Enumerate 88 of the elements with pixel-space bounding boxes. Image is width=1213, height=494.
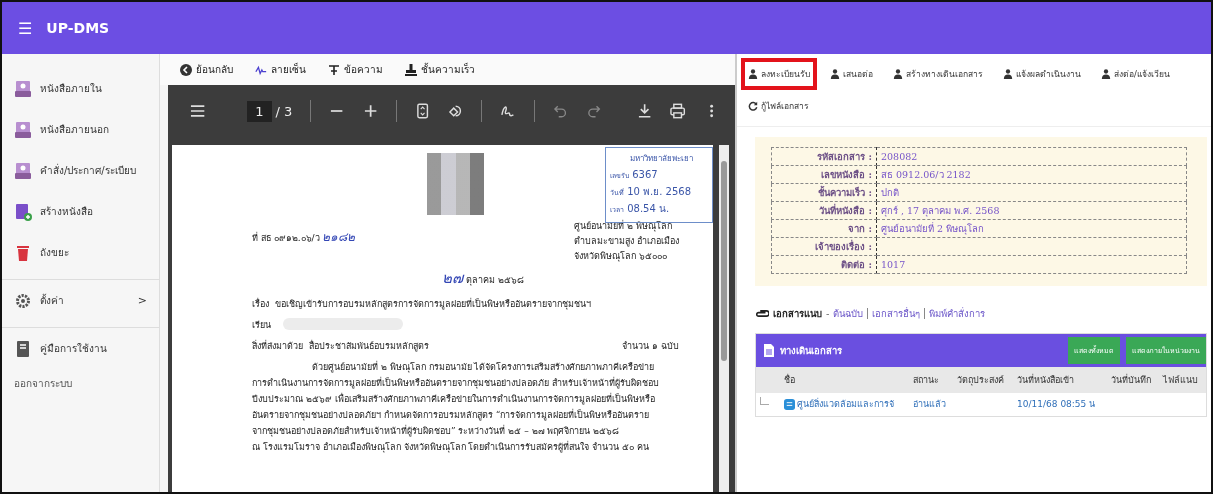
message-icon [784,398,795,410]
sidebar-item[interactable]: หนังสือภายใน [2,68,159,109]
stamp-icon [405,63,417,76]
zoom-in-icon[interactable] [362,103,378,119]
toolbar-button[interactable]: ข้อความ [328,62,383,77]
table-cell: 10/11/68 08:55 น [1013,393,1107,416]
signature-icon [255,63,267,76]
sidebar-item[interactable]: สร้างหนังสือ [2,191,159,232]
sidebar-item[interactable]: หนังสือภายนอก [2,109,159,150]
field-label: รหัสเอกสาร : [771,147,877,166]
rotate-icon[interactable] [448,103,464,119]
column-header: วัตถุประสงค์ [953,367,1014,393]
field-label: ติดต่อ : [771,255,877,274]
column-header: ชื่อ [780,367,909,393]
inbox-icon [14,79,32,98]
person-icon [748,69,758,79]
sidebar-item[interactable]: คู่มือการใช้งาน [2,327,159,369]
column-header: สถานะ [908,367,954,393]
action-button[interactable]: สร้างทางเดินเอกสาร [886,58,990,90]
enclosure-count: จำนวน ๑ ฉบับ [622,340,679,353]
enclosure-line: สิ่งที่ส่งมาด้วย สื่อประชาสัมพันธ์อบรมหลักสูตร [252,339,429,353]
action-button[interactable]: ส่งต่อ/แจ้งเวียน [1094,58,1177,90]
table-cell: อ่านแล้ว [908,393,954,416]
field-value: 208082 [876,147,1187,166]
field-label: วันที่หนังสือ : [771,201,877,220]
letter-date: ๒๗ ตุลาคม ๒๕๖๘ [442,268,525,289]
toolbar-button[interactable]: ชั้นความเร็ว [405,62,475,77]
action-button[interactable]: กู้ไฟล์เอกสาร [741,90,816,122]
column-header: วันที่บันทึก [1106,367,1160,393]
paperclip-icon [755,309,769,318]
toolbar-button[interactable]: ย้อนกลับ [180,62,233,77]
toolbar-button[interactable]: ลายเซ็น [255,62,306,77]
salutation: เรียน [252,319,271,332]
dash: - [826,308,830,319]
column-header: ไฟล์แนบ [1159,367,1206,393]
sidebar-item[interactable]: คำสั่ง/ประกาศ/ระเบียบ [2,150,159,191]
field-label: จาก : [771,219,877,238]
attachment-link[interactable]: ต้นฉบับ [833,306,864,321]
menu-icon[interactable] [190,103,206,119]
field-value: ศูนย์อนามัยที่ 2 พิษณุโลก [876,219,1187,238]
person-icon [1003,69,1013,79]
action-button[interactable]: เสนอต่อ [823,58,880,90]
person-icon [893,69,903,79]
undo-icon[interactable] [552,103,568,119]
inbox-icon [14,120,32,139]
body-paragraph: ด้วยศูนย์อนามัยที่ ๒ พิษณุโลก กรมอนามัย ได้จัดโครงการเสริมสร้างศักยภาพภาคีเครือข่าย การดำเนินงานการจัดการมูลฝอยที่เป็นพิษหรืออันตรายจากชุมชนอย่างปลอดภัย สำหรับเจ้าหน้าที่ผู้รับผิดชอบ ปีงบประมาณ ๒๕๖๙ เพื่อเสริมสร้างศักยภาพภาคีเครือข่ายในการดำเนินงานการจัดการมูลฝอยที่เป็นพิษหรือ อันตรายจากชุมชนอย่างปลอดภัยฯ กำหนดจัดการอบรมหลักสูตร “การจัดการมูลฝอยที่เป็นพิษหรืออันตราย จากชุมชนอย่างปลอดภัยสำหรับเจ้าหน้าที่ผู้รับผิดชอบ” ระหว่างวันที่ ๒๕ – ๒๗ พฤศจิกายน ๒๕๖๘ ณ โรงแรมโมราจ อำเภอเมืองพิษณุโลก จังหวัดพิษณุโลก โดยดำเนินการรับสมัครผู้ที่สนใจ จำนวน ๕๐ คน [252,360,660,455]
sidebar-item[interactable]: ถังขยะ [2,232,159,273]
download-icon[interactable] [637,103,653,119]
attachments-label: เอกสารแนบ [773,307,822,321]
gear-icon [14,291,32,310]
page-total: / 3 [275,103,293,119]
app-title: UP-DMS [46,20,110,36]
reference-number: ที่ สธ ๐๙๑๒.๐๖/ว ๒๑๘๒ [252,229,356,246]
inbox-icon [14,161,32,180]
column-header: วันที่หนังสือเข้า [1013,367,1107,393]
fit-page-icon[interactable] [414,103,431,119]
field-label: เลขหนังสือ : [771,165,877,184]
subject-line: เรื่อง ขอเชิญเข้ารับการอบรมหลักสูตรการจัดการมูลฝอยที่เป็นพิษหรืออันตรายจากชุมชนฯ [252,297,592,311]
field-value: ปกติ [876,183,1187,202]
person-icon [830,69,840,79]
action-button[interactable]: ลงทะเบียนรับ [741,58,817,90]
panel-title: ทางเดินเอกสาร [780,344,842,358]
scrollbar[interactable] [719,145,729,492]
book-add-icon [14,202,32,221]
field-label: ชั้นความเร็ว : [771,183,877,202]
back-icon [180,63,192,76]
attachment-link[interactable]: พิมพ์คำสั่งการ [929,306,986,321]
field-value: ศุกร์ , 17 ตุลาคม พ.ศ. 2568 [876,201,1187,220]
field-value: สธ 0912.06/ว 2182 [876,165,1187,184]
book-icon [14,339,32,358]
menu-button[interactable]: ☰ [18,18,33,38]
draw-icon[interactable] [500,103,516,119]
attachment-link[interactable]: เอกสารอื่นๆ [872,306,921,321]
print-icon[interactable] [670,103,686,119]
sidebar-item[interactable]: ตั้งค่า > [2,279,159,321]
blurred-logo [427,153,484,215]
logout-link[interactable]: ออกจากระบบ [2,369,159,397]
action-button[interactable]: แจ้งผลดำเนินงาน [996,58,1088,90]
trash-icon [14,243,32,262]
page-number-field[interactable]: 1 [247,100,272,122]
text-icon [328,63,340,76]
redo-icon[interactable] [585,103,602,119]
field-label: เจ้าของเรื่อง : [771,237,877,256]
field-value: 1017 [876,255,1187,274]
document-icon [764,344,774,357]
person-icon [1101,69,1111,79]
refresh-icon [748,101,758,111]
table-cell[interactable]: ศูนย์สิ่งแวดล้อมและการจั [780,393,909,416]
